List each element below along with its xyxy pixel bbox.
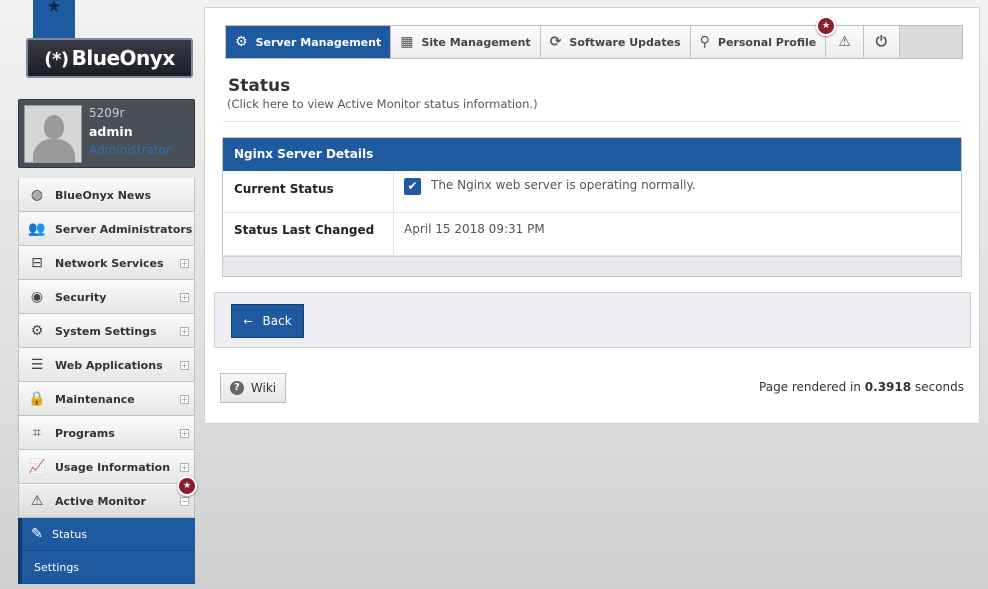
sidebar-item-web-applications[interactable]: ☰ Web Applications + bbox=[18, 348, 195, 382]
tab-personal-profile[interactable]: ⚲ Personal Profile bbox=[690, 26, 827, 58]
expand-icon[interactable]: + bbox=[180, 395, 189, 404]
sidebar-subitem-settings[interactable]: Settings bbox=[18, 551, 195, 584]
divider bbox=[223, 121, 961, 122]
sidebar-item-blueonyx-news[interactable]: ◍ BlueOnyx News bbox=[18, 178, 195, 212]
row-label: Status Last Changed bbox=[223, 213, 394, 255]
user-panel: 5209r admin Administrator bbox=[18, 99, 195, 168]
user-name: admin bbox=[89, 124, 133, 139]
network-icon: ⊟ bbox=[31, 255, 43, 271]
wiki-button[interactable]: ? Wiki bbox=[220, 373, 286, 403]
topnav-filler bbox=[899, 26, 962, 58]
active-monitor-link[interactable]: (Click here to view Active Monitor statu… bbox=[227, 97, 538, 111]
avatar bbox=[24, 105, 82, 163]
tab-server-management[interactable]: ⚙ Server Management bbox=[226, 26, 392, 58]
eye-icon: ◉ bbox=[30, 289, 44, 305]
collapse-icon[interactable]: − bbox=[180, 497, 189, 506]
lock-icon: 🔒 bbox=[28, 391, 46, 407]
sidebar-item-usage-information[interactable]: 📈 Usage Information + bbox=[18, 450, 195, 484]
help-icon: ? bbox=[229, 381, 244, 395]
expand-icon[interactable]: + bbox=[180, 293, 189, 302]
table-header: Nginx Server Details bbox=[223, 138, 961, 171]
expand-icon[interactable]: + bbox=[180, 463, 189, 472]
sidebar-item-network-services[interactable]: ⊟ Network Services + bbox=[18, 246, 195, 280]
sidebar-item-server-administrators[interactable]: 👥 Server Administrators bbox=[18, 212, 195, 246]
star-icon: ★ bbox=[46, 0, 62, 17]
sidebar-item-system-settings[interactable]: ⚙ System Settings + bbox=[18, 314, 195, 348]
user-icon: ⚲ bbox=[699, 34, 710, 50]
expand-icon[interactable]: + bbox=[180, 259, 189, 268]
arrow-left-icon: ← bbox=[243, 314, 253, 328]
tab-site-management[interactable]: ▦ Site Management bbox=[391, 26, 541, 58]
user-role-link[interactable]: Administrator bbox=[89, 143, 171, 157]
users-icon: 👥 bbox=[28, 221, 46, 237]
expand-icon[interactable]: + bbox=[180, 361, 189, 370]
back-button[interactable]: ← Back bbox=[231, 304, 304, 338]
layout-icon: ▦ bbox=[400, 34, 414, 50]
table-footer bbox=[223, 256, 961, 276]
pencil-icon: ✎ bbox=[31, 526, 43, 542]
warning-icon: ⚠ bbox=[838, 34, 851, 50]
checkmark-icon: ✔ bbox=[404, 178, 421, 195]
page-title: Status bbox=[228, 76, 291, 96]
warning-icon: ⚠ bbox=[30, 493, 44, 509]
refresh-icon: ⟳ bbox=[549, 34, 562, 50]
top-navigation: ⚙ Server Management ▦ Site Management ⟳ … bbox=[225, 25, 963, 59]
globe-icon: ◍ bbox=[30, 187, 44, 203]
table-row: Current Status ✔ The Nginx web server is… bbox=[223, 171, 961, 213]
tab-software-updates[interactable]: ⟳ Software Updates bbox=[540, 26, 691, 58]
main-panel: ⚙ Server Management ▦ Site Management ⟳ … bbox=[204, 7, 980, 424]
row-label: Current Status bbox=[223, 171, 394, 212]
notification-badge-icon: ★ bbox=[177, 476, 197, 496]
expand-icon[interactable]: + bbox=[180, 429, 189, 438]
sidebar-item-active-monitor[interactable]: ⚠ Active Monitor − bbox=[18, 484, 195, 518]
server-hostname: 5209r bbox=[89, 106, 125, 120]
table-row: Status Last Changed April 15 2018 09:31 … bbox=[223, 213, 961, 256]
row-value: April 15 2018 09:31 PM bbox=[404, 222, 545, 236]
sidebar-item-programs[interactable]: ⌗ Programs + bbox=[18, 416, 195, 450]
server-icon: ☰ bbox=[30, 357, 44, 373]
sidebar: ◍ BlueOnyx News 👥 Server Administrators … bbox=[18, 178, 195, 584]
nginx-details-table: Nginx Server Details Current Status ✔ Th… bbox=[222, 137, 962, 277]
row-value: ✔ The Nginx web server is operating norm… bbox=[394, 171, 961, 212]
gear-icon: ⚙ bbox=[30, 323, 44, 339]
sidebar-item-security[interactable]: ◉ Security + bbox=[18, 280, 195, 314]
render-time: Page rendered in 0.3918 seconds bbox=[759, 380, 964, 394]
sidebar-subitem-status[interactable]: ✎ Status bbox=[18, 518, 195, 551]
blueonyx-logo[interactable]: (*) BlueOnyx bbox=[26, 38, 193, 78]
gear-icon: ⚙ bbox=[235, 34, 248, 50]
expand-icon[interactable]: + bbox=[180, 327, 189, 336]
tab-logout[interactable]: ⏻ bbox=[863, 26, 900, 58]
alert-badge-icon: ★ bbox=[816, 16, 836, 36]
chip-icon: ⌗ bbox=[33, 425, 41, 441]
sidebar-item-maintenance[interactable]: 🔒 Maintenance + bbox=[18, 382, 195, 416]
chart-icon: 📈 bbox=[28, 459, 46, 475]
button-bar: ← Back bbox=[214, 292, 971, 348]
power-icon: ⏻ bbox=[875, 34, 887, 50]
